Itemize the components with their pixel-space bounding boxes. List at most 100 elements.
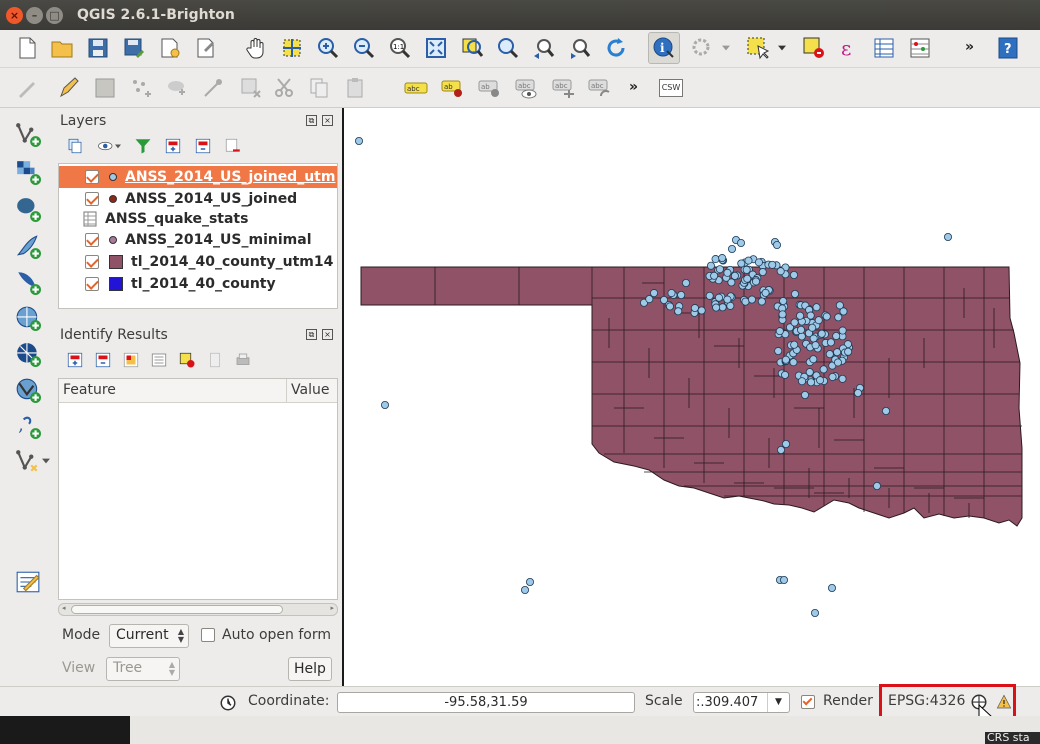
remove-layer-icon[interactable] (224, 137, 242, 155)
coordinate-toggle-icon[interactable] (219, 694, 237, 712)
help-button[interactable]: Help (288, 657, 332, 681)
new-layer-dropdown-icon[interactable] (40, 454, 52, 468)
help-icon[interactable]: ? (995, 35, 1021, 61)
collapse-tree-icon[interactable] (94, 351, 112, 369)
expand-all-icon[interactable] (164, 137, 182, 155)
toolbar2-overflow-button[interactable]: » (629, 79, 638, 95)
select-features-icon[interactable] (745, 35, 771, 61)
add-wfs-layer-icon[interactable] (14, 376, 42, 404)
delete-selected-icon[interactable] (238, 75, 264, 101)
save-project-icon[interactable] (85, 35, 111, 61)
render-checkbox[interactable] (801, 695, 815, 709)
close-panel-button[interactable]: × (322, 329, 333, 340)
highlight-pinned-labels-icon[interactable]: ab (477, 75, 503, 101)
add-spatialite-layer-icon[interactable] (14, 232, 42, 260)
zoom-full-icon[interactable] (423, 35, 449, 61)
collapse-all-icon[interactable] (194, 137, 212, 155)
layer-item-anss-quake-stats[interactable]: ANSS_quake_stats (59, 208, 337, 230)
scroll-left-icon[interactable]: ◂ (62, 604, 66, 612)
layer-item-anss-joined[interactable]: ANSS_2014_US_joined (59, 188, 337, 210)
attribute-table-icon[interactable] (871, 35, 897, 61)
pan-to-selection-icon[interactable] (279, 35, 305, 61)
minimize-window-button[interactable]: – (26, 6, 43, 24)
layer-item-anss-minimal[interactable]: ANSS_2014_US_minimal (59, 229, 337, 251)
csw-icon[interactable]: CSW (658, 75, 684, 101)
toolbar-overflow-button[interactable]: » (965, 39, 974, 55)
node-tool-icon[interactable] (200, 75, 226, 101)
action-dropdown-icon[interactable] (719, 35, 733, 61)
expand-tree-icon[interactable] (66, 351, 84, 369)
horizontal-scrollbar[interactable]: ◂ ▸ (58, 603, 338, 616)
refresh-icon[interactable] (603, 35, 629, 61)
map-svg[interactable] (344, 108, 1040, 686)
rotate-label-icon[interactable]: abc (587, 75, 613, 101)
layer-visibility-checkbox[interactable] (85, 233, 99, 247)
map-canvas[interactable] (344, 108, 1040, 686)
float-panel-button[interactable]: ⧉ (306, 329, 317, 340)
zoom-to-layer-icon[interactable] (495, 35, 521, 61)
action-icon[interactable] (689, 35, 715, 61)
layer-item-anss-joined-utm[interactable]: ANSS_2014_US_joined_utm (59, 166, 337, 188)
close-window-button[interactable]: × (6, 6, 23, 24)
new-project-icon[interactable] (14, 35, 40, 61)
zoom-next-icon[interactable] (567, 35, 593, 61)
float-panel-button[interactable]: ⧉ (306, 115, 317, 126)
manage-visibility-icon[interactable] (96, 137, 122, 155)
zoom-to-selection-icon[interactable] (459, 35, 485, 61)
add-postgis-layer-icon[interactable] (14, 195, 42, 223)
auto-open-form-checkbox[interactable] (201, 628, 215, 642)
pin-labels-icon[interactable]: ab (440, 75, 466, 101)
scroll-right-icon[interactable]: ▸ (330, 604, 334, 612)
copy-features-icon[interactable] (306, 75, 332, 101)
layer-item-county-utm14[interactable]: tl_2014_40_county_utm14 (59, 251, 337, 273)
clear-results-icon[interactable] (178, 351, 196, 369)
show-hide-labels-icon[interactable]: abc (514, 75, 540, 101)
gps-tools-icon[interactable] (14, 568, 42, 596)
statistical-summary-icon[interactable] (907, 35, 933, 61)
add-vector-layer-icon[interactable] (14, 120, 42, 148)
add-delimited-text-layer-icon[interactable]: , (14, 412, 42, 440)
current-edits-icon[interactable] (14, 75, 40, 101)
scale-dropdown-icon[interactable]: ▼ (767, 693, 789, 712)
close-panel-button[interactable]: × (322, 115, 333, 126)
view-results-icon[interactable] (150, 351, 168, 369)
zoom-out-icon[interactable] (351, 35, 377, 61)
open-project-icon[interactable] (49, 35, 75, 61)
print-results-icon[interactable] (234, 351, 252, 369)
save-edits-icon[interactable] (92, 75, 118, 101)
column-header-value[interactable]: Value (287, 379, 337, 402)
pan-map-icon[interactable] (243, 35, 269, 61)
filter-legend-icon[interactable] (134, 137, 152, 155)
maximize-window-button[interactable]: □ (46, 6, 63, 24)
add-feature-icon[interactable] (128, 75, 154, 101)
layer-visibility-checkbox[interactable] (85, 277, 99, 291)
view-select[interactable]: Tree ▲ ▼ (106, 657, 180, 681)
zoom-in-icon[interactable] (315, 35, 341, 61)
composer-manager-icon[interactable] (193, 35, 219, 61)
paste-features-icon[interactable] (342, 75, 368, 101)
move-label-icon[interactable]: abc (551, 75, 577, 101)
toggle-editing-icon[interactable] (56, 75, 82, 101)
save-as-icon[interactable] (121, 35, 147, 61)
add-group-icon[interactable] (66, 137, 84, 155)
layer-visibility-checkbox[interactable] (85, 192, 99, 206)
field-calculator-icon[interactable]: ε (836, 35, 862, 61)
add-wcs-layer-icon[interactable] (14, 340, 42, 368)
select-dropdown-icon[interactable] (775, 35, 789, 61)
zoom-native-icon[interactable]: 1:1 (387, 35, 413, 61)
mode-select[interactable]: Current ▲ ▼ (109, 624, 189, 648)
add-wms-layer-icon[interactable] (14, 304, 42, 332)
scrollbar-thumb[interactable] (71, 605, 283, 614)
coordinate-display[interactable]: -95.58,31.59 (337, 692, 635, 713)
copy-result-icon[interactable] (206, 351, 224, 369)
cut-features-icon[interactable] (272, 75, 298, 101)
add-raster-layer-icon[interactable] (14, 158, 42, 186)
scale-combobox[interactable]: :.309.407 ▼ (693, 692, 790, 713)
expand-new-results-icon[interactable] (122, 351, 140, 369)
deselect-features-icon[interactable] (801, 35, 827, 61)
new-shapefile-layer-icon[interactable] (14, 447, 42, 475)
add-mssql-layer-icon[interactable] (14, 268, 42, 296)
column-header-feature[interactable]: Feature (59, 379, 287, 402)
identify-features-icon[interactable]: i (648, 32, 680, 64)
new-print-composer-icon[interactable] (157, 35, 183, 61)
